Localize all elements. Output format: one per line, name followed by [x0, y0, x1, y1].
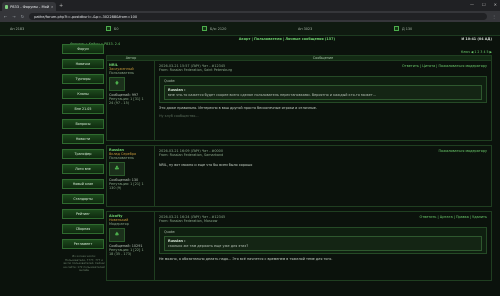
minimize-button[interactable]: — [470, 2, 474, 7]
stat-cell: Б/я: 2120 [202, 26, 298, 31]
stat-cell: Б0 [106, 26, 202, 31]
sidebar-item[interactable]: Регламент [62, 239, 104, 249]
sidebar-item[interactable]: Вне 21.05 [62, 104, 104, 114]
quote-inner: Russian : сколько же там держать еще уже… [164, 236, 482, 252]
url-input[interactable]: pathe/forum.php?t=-postdkurl=-&p=-302288… [29, 13, 487, 20]
avatar[interactable]: ♠ [109, 228, 125, 242]
sidebar-footer: Из кол-ва числа: Пользователи, 7777, 777… [62, 254, 106, 272]
post-body: 2026-03-21 16:24 (ЛИЧ) Чат - #12345 From… [155, 212, 491, 280]
author-extra: 24 (97 - 15) [109, 101, 130, 105]
maximize-button[interactable]: ☐ [482, 2, 486, 7]
sidebar-item[interactable]: Новый клан [62, 179, 104, 189]
post-author: NRIL Заслуженный Пользователь ♦ Сообщени… [107, 61, 155, 140]
site-stats-bar: Aн 2183 Б0 Б/я: 2120 Aн 3023 Д 130 [0, 22, 500, 36]
post-text: Не можно, а обязательно делать надо... Э… [159, 257, 333, 262]
post-text: NRIL, ну вот можно и еще что бы всем был… [159, 162, 253, 167]
tab-title: P833 - Форумы - Мой, 2.4 b [10, 4, 49, 9]
header-row: Акорт | Пользователи | Личные сообщения … [70, 36, 492, 41]
quote-author: Russian : [168, 239, 186, 244]
author-role: Пользователь [109, 156, 134, 160]
stat-label: Aн 2183 [10, 26, 25, 31]
sidebar-item[interactable]: Новости [62, 134, 104, 144]
post-location: From: Russian Federation, Saint Petersbu… [159, 68, 233, 73]
quote-header: Quote: [164, 229, 176, 234]
author-column-label: Автор [125, 56, 137, 60]
close-window-button[interactable]: ✕ [494, 2, 497, 7]
sidebar-item[interactable]: Вопросы [62, 119, 104, 129]
author-extra: 18 (35 - 173) [109, 252, 132, 256]
stat-icon [394, 26, 399, 31]
stat-label: Б/я: 2120 [210, 26, 227, 31]
post-location: From: Russian Federation, Moscow [159, 219, 218, 224]
forward-icon[interactable]: → [12, 14, 15, 19]
quote-inner: Russian : мне что-то кажется будет скоре… [164, 85, 482, 101]
avatar[interactable]: ♦ [109, 77, 125, 91]
browser-menu-icon[interactable]: ⋮ [492, 14, 496, 19]
avatar[interactable]: ♣ [109, 162, 125, 176]
post-author: Alcofty Новенький Модератор ♠ Сообщений:… [107, 212, 155, 280]
stat-cell: Aн 3023 [298, 27, 394, 31]
pagination[interactable]: Ключ ◀ 1 2 3 4 5 ▶ [461, 50, 492, 54]
quote-text: мне что-то кажется будет скорее всего сд… [168, 92, 376, 97]
post-actions[interactable]: Пожаловаться модератору [438, 149, 487, 153]
address-bar: ← → ↻ pathe/forum.php?t=-postdkurl=-&p=-… [0, 11, 500, 22]
stat-cell: Aн 2183 [10, 27, 106, 31]
post-signature: Ну клуб сообщество... [159, 114, 199, 119]
favicon-icon [5, 4, 9, 9]
quote-block: Quote: Russian : мне что-то кажется буде… [159, 75, 487, 104]
post-actions[interactable]: Ответить | Цитата | Правка | Удалить [420, 215, 487, 219]
sidebar-item[interactable]: Лиги вне [62, 164, 104, 174]
user-menu-links[interactable]: Акорт | Пользователи | Личные сообщения … [239, 37, 335, 41]
window-controls: — ☐ ✕ [470, 2, 497, 7]
sidebar-item[interactable]: Турниры [62, 74, 104, 84]
quote-header: Quote: [164, 78, 176, 83]
stat-label: Б0 [114, 26, 119, 31]
quote-text: сколько же там держать еще уже для этих? [168, 243, 249, 248]
sidebar-item[interactable]: Форум [62, 44, 104, 54]
post-body: 2026-03-21 16:09 (ЛИЧ) Чат - #0000 From:… [155, 146, 491, 206]
browser-tab[interactable]: P833 - Форумы - Мой, 2.4 b × [2, 2, 56, 11]
post-text: Это даже правильно. Интересно в ваш друг… [159, 106, 317, 111]
quote-block: Quote: Russian : сколько же там держать … [159, 226, 487, 255]
post: Alcofty Новенький Модератор ♠ Сообщений:… [106, 211, 492, 281]
reload-icon[interactable]: ↻ [21, 14, 24, 19]
stat-icon [202, 26, 207, 31]
quote-author: Russian : [168, 88, 186, 93]
author-role: Пользователь [109, 71, 134, 75]
stat-cell: Д 130 [394, 26, 490, 31]
post: NRIL Заслуженный Пользователь ♦ Сообщени… [106, 61, 492, 141]
stat-label: Aн 3023 [298, 26, 313, 31]
post: Russian Вклад Серебра Пользователь ♣ Соо… [106, 145, 492, 207]
browser-tab-strip: P833 - Форумы - Мой, 2.4 b × + — ☐ ✕ [0, 0, 500, 11]
thread-main: Ключ ◀ 1 2 3 4 5 ▶ Автор Сообщение NRIL … [106, 50, 492, 296]
post-body: 2026-03-21 15:57 (ЛИЧ) Чат - #12345 From… [155, 61, 491, 140]
post-location: From: Russian Federation, Samarkand [159, 153, 224, 158]
stat-icon [106, 26, 111, 31]
server-time: И 10:41 (04 АД) [461, 36, 492, 41]
post-author: Russian Вклад Серебра Пользователь ♣ Соо… [107, 146, 155, 206]
stat-label: Д 130 [402, 26, 413, 31]
sidebar-item[interactable]: Трансфер [62, 149, 104, 159]
sidebar-item[interactable]: Рейтинг [62, 209, 104, 219]
close-tab-icon[interactable]: × [51, 5, 53, 9]
post-actions[interactable]: Ответить | Цитата | Пожаловаться модерат… [402, 64, 487, 68]
author-extra: 130 (9) [109, 186, 122, 190]
sidebar-item[interactable]: Кланы [62, 89, 104, 99]
back-icon[interactable]: ← [4, 14, 7, 19]
message-column-label: Сообщение [312, 56, 334, 60]
sidebar-item[interactable]: Новички [62, 59, 104, 69]
new-tab-button[interactable]: + [59, 3, 63, 9]
sidebar-item[interactable]: Стандарты [62, 194, 104, 204]
sidebar-item[interactable]: Сборная [62, 224, 104, 234]
author-role: Модератор [109, 222, 129, 226]
